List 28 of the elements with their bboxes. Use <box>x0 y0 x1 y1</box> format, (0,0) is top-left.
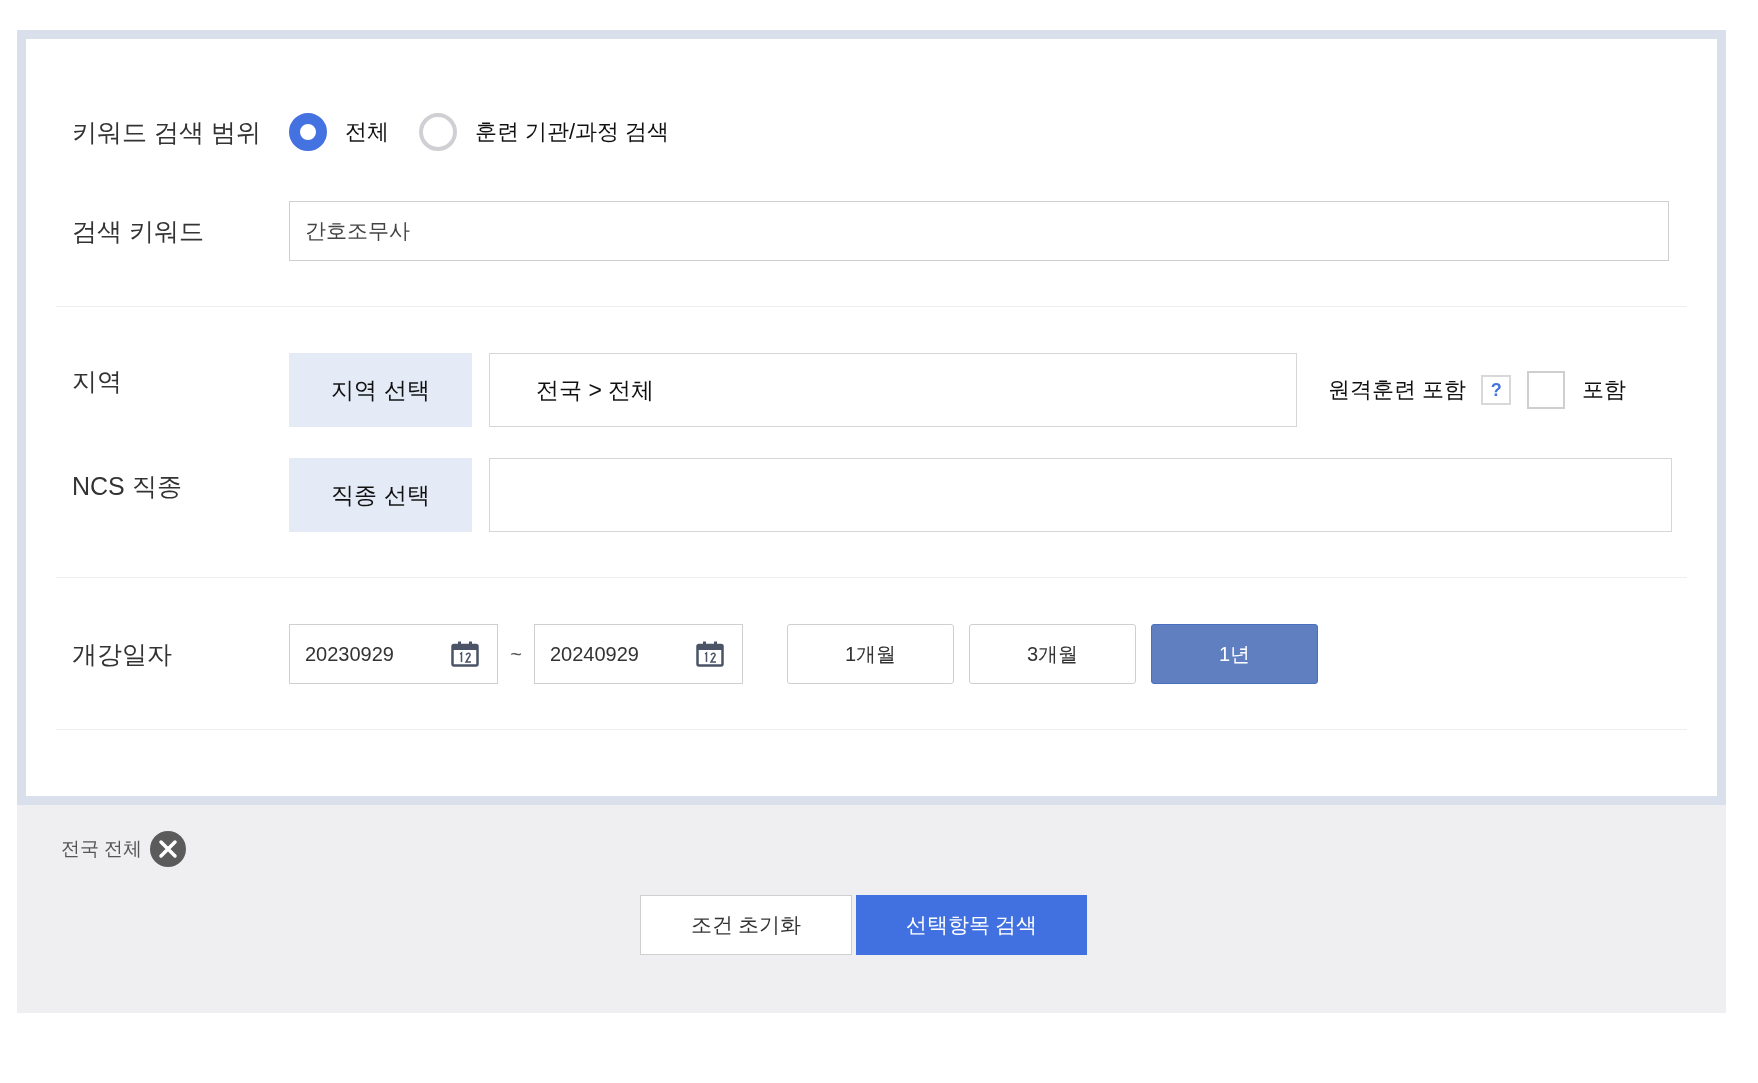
field-label: 지역 <box>72 366 123 397</box>
region-select-button[interactable]: 지역 선택 <box>289 353 472 427</box>
action-button[interactable]: 조건 초기화 <box>640 895 852 955</box>
radio-label[interactable]: 훈련 기관/과정 검색 <box>475 117 670 147</box>
radio-button[interactable] <box>289 113 327 151</box>
remove-icon[interactable] <box>150 831 187 867</box>
period-button[interactable]: 1개월 <box>787 624 954 684</box>
remote-training-label: 원격훈련 포함 <box>1328 376 1467 404</box>
calendar-icon[interactable] <box>696 641 724 667</box>
date-input[interactable]: 20230929 <box>289 624 498 684</box>
radio-label[interactable]: 전체 <box>345 117 389 147</box>
checkbox[interactable] <box>1527 371 1566 409</box>
region-value: 전국 > 전체 <box>535 375 655 405</box>
field-label: NCS 직종 <box>72 471 183 502</box>
checkbox-label[interactable]: 포함 <box>1582 375 1627 405</box>
action-button[interactable]: 선택항목 검색 <box>856 895 1087 955</box>
help-button[interactable]: ? <box>1481 375 1512 405</box>
field-label: 키워드 검색 범위 <box>72 116 262 148</box>
keyword-input[interactable]: 간호조무사 <box>289 201 1669 261</box>
filter-tag: 전국 전체 <box>61 836 143 862</box>
job-select-button[interactable]: 직종 선택 <box>289 458 472 532</box>
field-label: 검색 키워드 <box>72 215 205 247</box>
period-button[interactable]: 1년 <box>1151 624 1318 684</box>
range-separator: ~ <box>509 642 523 666</box>
calendar-icon[interactable] <box>451 641 479 667</box>
field-label: 개강일자 <box>72 638 173 670</box>
date-input[interactable]: 20240929 <box>534 624 743 684</box>
period-button[interactable]: 3개월 <box>969 624 1136 684</box>
